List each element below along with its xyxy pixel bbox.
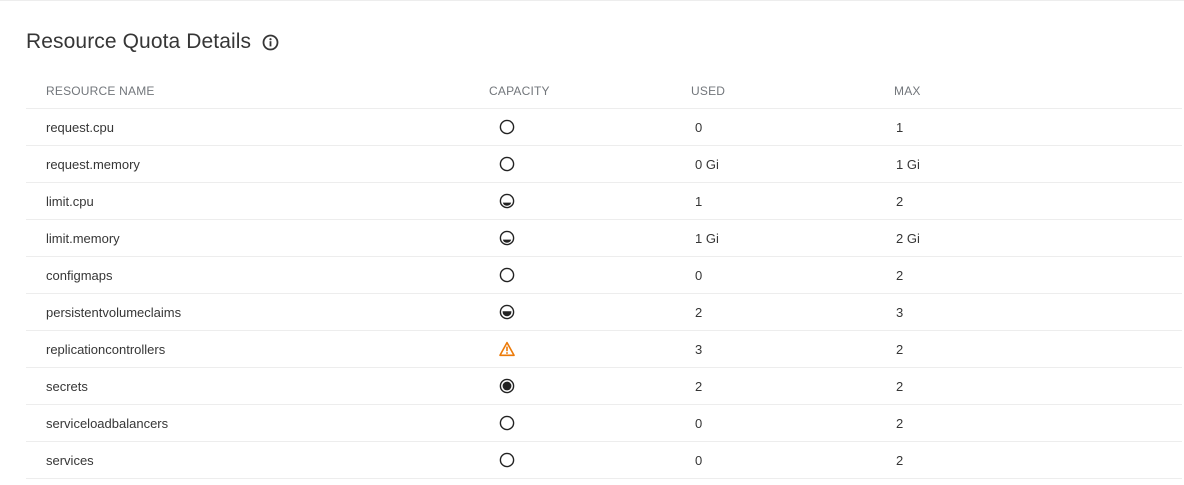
- section-heading: Resource Quota Details: [26, 30, 279, 54]
- max-cell: 2: [896, 193, 904, 209]
- max-cell: 3: [896, 304, 904, 320]
- resource-name-cell: serviceloadbalancers: [46, 415, 169, 431]
- max-cell: 2: [896, 452, 904, 468]
- capacity-cell: [489, 220, 515, 256]
- column-header-max: MAX: [894, 83, 921, 98]
- capacity-cell: [489, 294, 515, 330]
- capacity-empty-icon: [499, 415, 515, 431]
- capacity-empty-icon: [499, 119, 515, 135]
- used-cell: 0: [695, 415, 703, 431]
- table-body: request.cpu 0 1 request.memory 0 Gi 1 Gi limit…: [26, 109, 1182, 479]
- used-cell: 2: [695, 304, 703, 320]
- capacity-empty-icon: [499, 267, 515, 283]
- page-title: Resource Quota Details: [26, 30, 252, 53]
- table-row: request.cpu 0 1: [26, 109, 1182, 146]
- table-row: request.memory 0 Gi 1 Gi: [26, 146, 1182, 183]
- capacity-cell: [489, 442, 515, 478]
- used-cell: 0: [695, 452, 703, 468]
- resource-name-cell: request.cpu: [46, 119, 114, 135]
- table-row: serviceloadbalancers 0 2: [26, 405, 1182, 442]
- resource-name-cell: limit.cpu: [46, 193, 94, 209]
- resource-name-cell: limit.memory: [46, 230, 120, 246]
- table-header-row: RESOURCE NAME CAPACITY USED MAX: [26, 73, 1182, 109]
- used-cell: 0 Gi: [695, 156, 719, 172]
- capacity-cell: [489, 331, 515, 367]
- used-cell: 2: [695, 378, 703, 394]
- capacity-two-thirds-icon: [499, 304, 515, 320]
- capacity-half-icon: [499, 193, 515, 209]
- capacity-cell: [489, 405, 515, 441]
- max-cell: 1 Gi: [896, 156, 920, 172]
- capacity-half-icon: [499, 230, 515, 246]
- capacity-cell: [489, 146, 515, 182]
- max-cell: 2 Gi: [896, 230, 920, 246]
- max-cell: 1: [896, 119, 904, 135]
- max-cell: 2: [896, 378, 904, 394]
- capacity-cell: [489, 257, 515, 293]
- table-row: replicationcontrollers 3 2: [26, 331, 1182, 368]
- resource-name-cell: configmaps: [46, 267, 113, 283]
- used-cell: 3: [695, 341, 703, 357]
- resource-name-cell: request.memory: [46, 156, 140, 172]
- table-row: secrets 2 2: [26, 368, 1182, 405]
- table-row: limit.memory 1 Gi 2 Gi: [26, 220, 1182, 257]
- capacity-empty-icon: [499, 156, 515, 172]
- max-cell: 2: [896, 415, 904, 431]
- resource-name-cell: persistentvolumeclaims: [46, 304, 182, 320]
- capacity-cell: [489, 183, 515, 219]
- column-header-resource-name: RESOURCE NAME: [46, 83, 155, 98]
- resource-name-cell: secrets: [46, 378, 88, 394]
- resource-name-cell: replicationcontrollers: [46, 341, 166, 357]
- column-header-used: USED: [691, 83, 726, 98]
- capacity-cell: [489, 368, 515, 404]
- max-cell: 2: [896, 267, 904, 283]
- table-row: persistentvolumeclaims 2 3: [26, 294, 1182, 331]
- table-row: services 0 2: [26, 442, 1182, 479]
- max-cell: 2: [896, 341, 904, 357]
- capacity-cell: [489, 109, 515, 145]
- warning-triangle-icon: [499, 341, 515, 357]
- resource-quota-page: Resource Quota Details RESOURCE NAME CAP…: [0, 0, 1184, 485]
- info-circle-icon[interactable]: [262, 34, 279, 51]
- used-cell: 0: [695, 119, 703, 135]
- capacity-full-icon: [499, 378, 515, 394]
- table-row: limit.cpu 1 2: [26, 183, 1182, 220]
- used-cell: 0: [695, 267, 703, 283]
- column-header-capacity: CAPACITY: [489, 83, 550, 98]
- used-cell: 1: [695, 193, 703, 209]
- resource-name-cell: services: [46, 452, 94, 468]
- used-cell: 1 Gi: [695, 230, 719, 246]
- resource-quota-table: RESOURCE NAME CAPACITY USED MAX request.…: [26, 73, 1182, 479]
- capacity-empty-icon: [499, 452, 515, 468]
- table-row: configmaps 0 2: [26, 257, 1182, 294]
